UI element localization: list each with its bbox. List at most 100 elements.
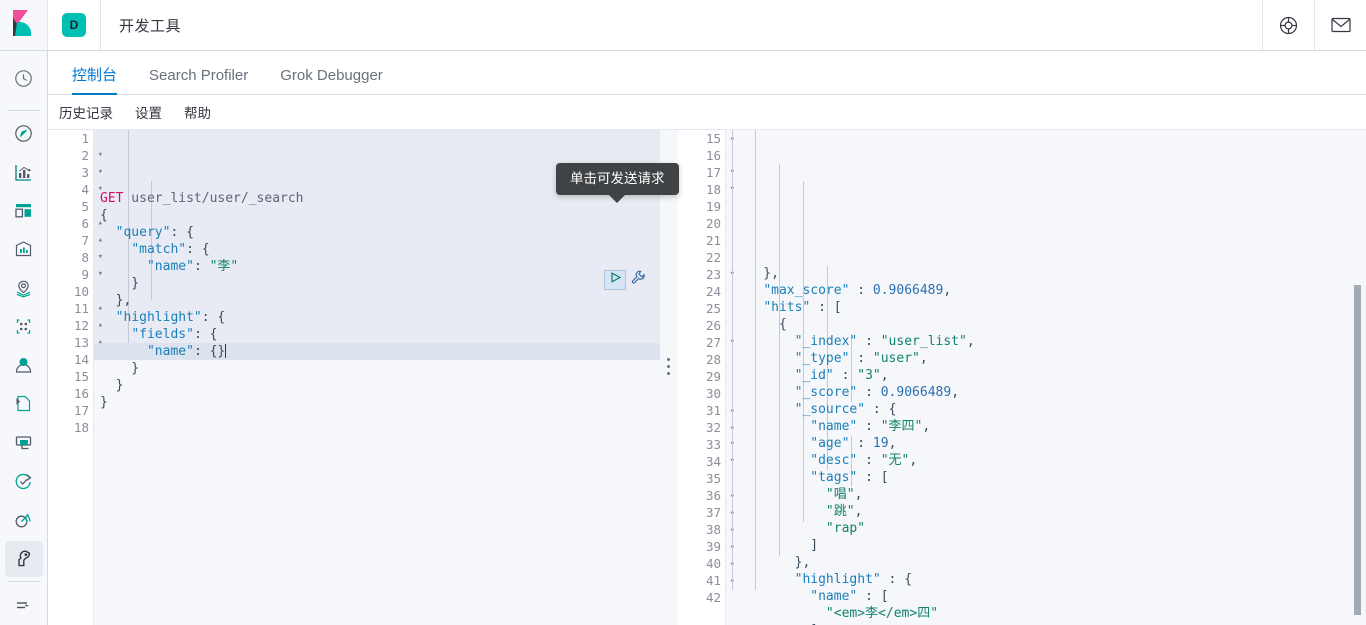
code-token: "name": [146, 344, 194, 359]
tab-bar: 控制台 Search Profiler Grok Debugger: [48, 51, 1366, 95]
app-badge-container[interactable]: D: [48, 0, 101, 50]
code-line[interactable]: "唱",: [726, 486, 1366, 503]
code-line[interactable]: "tags" : [: [726, 469, 1366, 486]
code-line[interactable]: "fields": {: [94, 326, 660, 343]
line-number: 10: [73, 284, 89, 299]
sidebar-item-machine-learning[interactable]: [0, 307, 48, 346]
code-line[interactable]: "_index" : "user_list",: [726, 333, 1366, 350]
line-number: 1: [81, 131, 89, 146]
code-token: :: [849, 436, 873, 451]
sidebar-item-apm[interactable]: [0, 423, 48, 462]
line-number: 19: [705, 199, 721, 214]
code-token: {: [732, 317, 787, 332]
code-line[interactable]: "<em>李</em>四": [726, 605, 1366, 622]
code-line[interactable]: "query": {: [94, 224, 660, 241]
sidebar-item-maps[interactable]: [0, 269, 48, 308]
code-line[interactable]: "name" : [: [726, 588, 1366, 605]
code-token: :: [170, 225, 187, 240]
console-sublink-bar: 历史记录 设置 帮助: [48, 95, 1366, 129]
code-line[interactable]: },: [726, 554, 1366, 571]
code-line[interactable]: }: [94, 360, 660, 377]
code-token: "fields": [131, 327, 194, 342]
code-line[interactable]: "_type" : "user",: [726, 350, 1366, 367]
sidebar-item-siem[interactable]: [0, 500, 48, 539]
code-line[interactable]: }: [94, 377, 660, 394]
code-token: "tags": [810, 470, 858, 485]
sublink-history[interactable]: 历史记录: [59, 102, 113, 122]
response-editor-pane[interactable]: 15▴1617▾18▾1920212223▾24252627▾28293031▴…: [678, 130, 1366, 625]
code-line[interactable]: {: [726, 316, 1366, 333]
code-line[interactable]: "_id" : "3",: [726, 367, 1366, 384]
code-line[interactable]: "name": "李": [94, 258, 660, 275]
code-token: :: [193, 327, 210, 342]
line-number: 15: [73, 369, 89, 384]
code-token: "age": [810, 436, 850, 451]
mail-envelope-icon: [1330, 17, 1351, 33]
sidebar-item-visualize[interactable]: [0, 153, 48, 192]
pane-resizer[interactable]: [660, 130, 678, 625]
code-line[interactable]: "rap": [726, 520, 1366, 537]
code-line[interactable]: {: [94, 207, 660, 224]
code-line[interactable]: }: [94, 394, 660, 411]
tab-search-profiler[interactable]: Search Profiler: [133, 68, 264, 94]
code-token: "李": [209, 259, 239, 274]
code-line[interactable]: "跳",: [726, 503, 1366, 520]
code-line[interactable]: "age" : 19,: [726, 435, 1366, 452]
code-line[interactable]: }: [94, 275, 660, 292]
sidebar-item-discover[interactable]: [0, 115, 48, 154]
code-line[interactable]: [94, 428, 660, 445]
code-line[interactable]: [94, 411, 660, 428]
code-line[interactable]: "max_score" : 0.9066489,: [726, 282, 1366, 299]
sidebar-item-uptime[interactable]: [0, 462, 48, 501]
line-number: 29: [705, 369, 721, 384]
code-token: :: [186, 242, 202, 257]
code-line[interactable]: "_score" : 0.9066489,: [726, 384, 1366, 401]
code-token: GET: [100, 191, 124, 206]
response-code-area[interactable]: }, "max_score" : 0.9066489, "hits" : [ {…: [726, 130, 1366, 625]
code-line[interactable]: [94, 479, 660, 496]
mail-button[interactable]: [1314, 0, 1366, 50]
line-number: 15▴: [678, 130, 735, 147]
sidebar-item-dev-tools[interactable]: [0, 539, 48, 578]
code-line[interactable]: "match": {: [94, 241, 660, 258]
sublink-settings[interactable]: 设置: [135, 102, 162, 122]
help-button[interactable]: [1262, 0, 1314, 50]
code-token: {: [186, 225, 194, 240]
kibana-home-button[interactable]: [0, 0, 48, 50]
code-token: "highlight": [794, 572, 881, 587]
request-tools-button[interactable]: [628, 270, 648, 290]
sidebar-item-recently-viewed[interactable]: [0, 59, 48, 98]
code-line[interactable]: "name": {}: [94, 343, 660, 360]
code-line[interactable]: [94, 445, 660, 462]
code-line[interactable]: "hits" : [: [726, 299, 1366, 316]
code-line[interactable]: "highlight": {: [94, 309, 660, 326]
send-request-button[interactable]: [604, 270, 626, 290]
code-line[interactable]: "name" : "李四",: [726, 418, 1366, 435]
logs-icon: [14, 394, 33, 413]
code-line[interactable]: },: [94, 292, 660, 309]
code-token: "user_list": [880, 334, 967, 349]
header-spacer: [181, 0, 1262, 50]
code-line[interactable]: "highlight" : {: [726, 571, 1366, 588]
sublink-help[interactable]: 帮助: [184, 102, 211, 122]
code-line[interactable]: },: [726, 265, 1366, 282]
request-code-area[interactable]: GET user_list/user/_search { "query": { "…: [94, 130, 660, 625]
sidebar-item-dashboard[interactable]: [0, 192, 48, 231]
code-line[interactable]: ]: [726, 537, 1366, 554]
sidebar-item-logs[interactable]: [0, 385, 48, 424]
sidebar-item-collapse-nav[interactable]: [0, 586, 48, 625]
code-token: },: [732, 555, 811, 570]
code-line[interactable]: "desc" : "无",: [726, 452, 1366, 469]
code-line[interactable]: [94, 462, 660, 479]
resize-handle-dots[interactable]: [667, 358, 671, 376]
line-number: 17▾: [678, 164, 735, 181]
code-token: :: [810, 300, 834, 315]
tab-console[interactable]: 控制台: [56, 68, 133, 95]
sidebar-item-canvas[interactable]: [0, 230, 48, 269]
tab-grok-debugger[interactable]: Grok Debugger: [264, 68, 399, 94]
response-vertical-scrollbar[interactable]: [1354, 285, 1361, 615]
code-line[interactable]: "_source" : {: [726, 401, 1366, 418]
request-editor-pane[interactable]: 1 2 ▾ 3 ▾ 4 ▾ 5 6 ▴ 7 ▴ 8 ▾ 9 ▾ 10 11 ▴ 12 ▴ 13 ▴ 14 15 16 17 18 GE…: [48, 130, 660, 625]
sidebar-item-infrastructure[interactable]: [0, 346, 48, 385]
